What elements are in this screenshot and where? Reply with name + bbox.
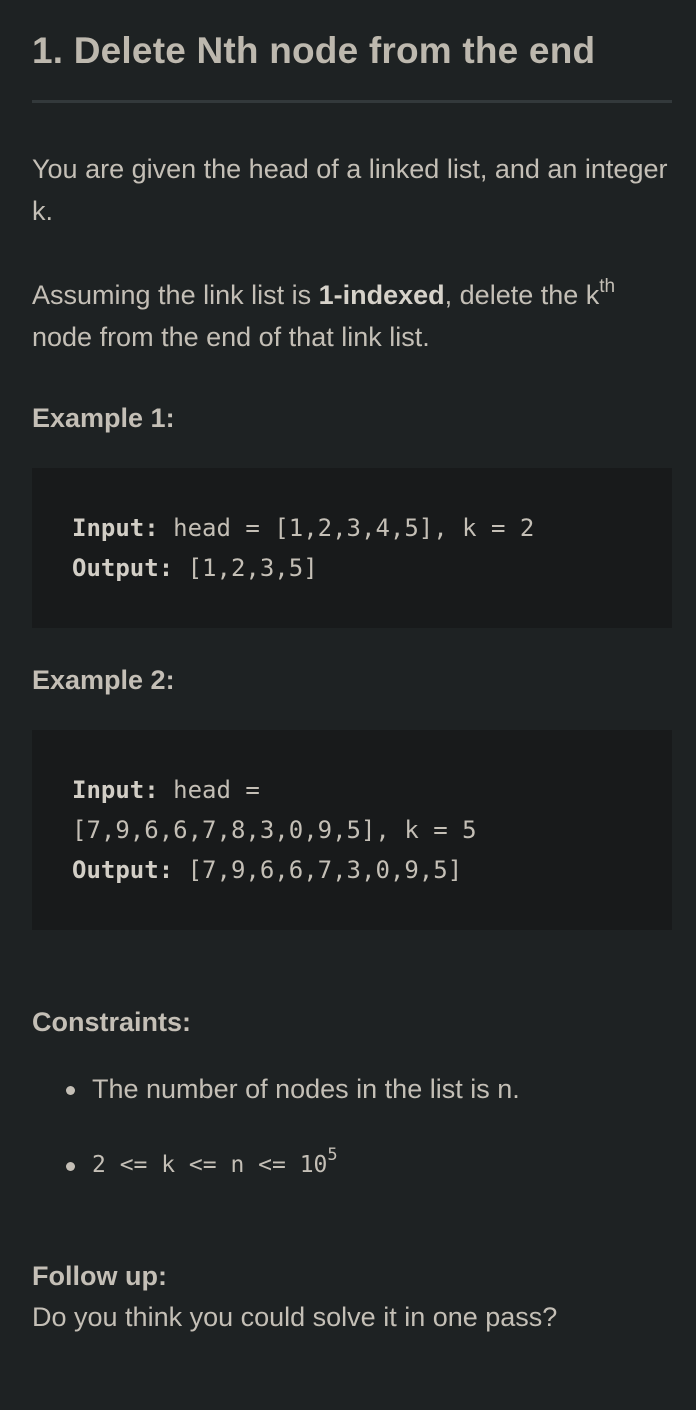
- example-1-input-value: head = [1,2,3,4,5], k = 2: [158, 514, 535, 542]
- example-2-input-line: Input: head =: [72, 770, 632, 810]
- example-1-input-label: Input:: [72, 514, 159, 542]
- description-suffix: node from the end of that link list.: [32, 322, 430, 352]
- example-1-code: Input: head = [1,2,3,4,5], k = 2 Output:…: [32, 468, 672, 628]
- example-2-code: Input: head = [7,9,6,6,7,8,3,0,9,5], k =…: [32, 730, 672, 930]
- page-title: 1. Delete Nth node from the end: [32, 30, 596, 71]
- example-1-output-value: [1,2,3,5]: [173, 554, 318, 582]
- follow-up-heading: Follow up:: [32, 1261, 167, 1291]
- problem-description: Assuming the link list is 1-indexed, del…: [32, 274, 672, 358]
- constraint-item: The number of nodes in the list is n.: [66, 1068, 672, 1110]
- constraint-item: 2 <= k <= n <= 105: [66, 1144, 672, 1186]
- description-prefix: Assuming the link list is: [32, 280, 319, 310]
- constraints-list: The number of nodes in the list is n. 2 …: [32, 1068, 672, 1186]
- example-2-input-value-1: head =: [158, 776, 260, 804]
- example-2-output-value: [7,9,6,6,7,3,0,9,5]: [173, 856, 463, 884]
- constraints-heading: Constraints:: [32, 1007, 192, 1037]
- example-2-heading: Example 2:: [32, 665, 175, 695]
- problem-intro: You are given the head of a linked list,…: [32, 154, 668, 226]
- example-2-output-line: Output: [7,9,6,6,7,3,0,9,5]: [72, 850, 632, 890]
- follow-up-text: Do you think you could solve it in one p…: [32, 1302, 558, 1332]
- constraint-exponent: 5: [327, 1145, 338, 1166]
- problem-page: 1. Delete Nth node from the end You are …: [0, 0, 696, 1410]
- description-superscript: th: [599, 276, 616, 297]
- example-2-input-label: Input:: [72, 776, 159, 804]
- constraint-text: 2 <= k <= n <= 10: [92, 1152, 328, 1178]
- example-1-heading: Example 1:: [32, 403, 175, 433]
- example-1-output-label: Output:: [72, 554, 174, 582]
- bullet-icon: [66, 1086, 75, 1095]
- description-bold: 1-indexed: [318, 280, 445, 310]
- description-mid: , delete the k: [444, 280, 600, 310]
- example-2-input-value-2: [7,9,6,6,7,8,3,0,9,5], k = 5: [72, 816, 477, 844]
- example-2-input-continuation: [7,9,6,6,7,8,3,0,9,5], k = 5: [72, 810, 632, 850]
- bullet-icon: [66, 1162, 75, 1171]
- example-2-output-label: Output:: [72, 856, 174, 884]
- constraint-text: The number of nodes in the list is n.: [92, 1074, 520, 1104]
- title-divider: [32, 100, 672, 103]
- example-1-output-line: Output: [1,2,3,5]: [72, 548, 632, 588]
- example-1-input-line: Input: head = [1,2,3,4,5], k = 2: [72, 508, 632, 548]
